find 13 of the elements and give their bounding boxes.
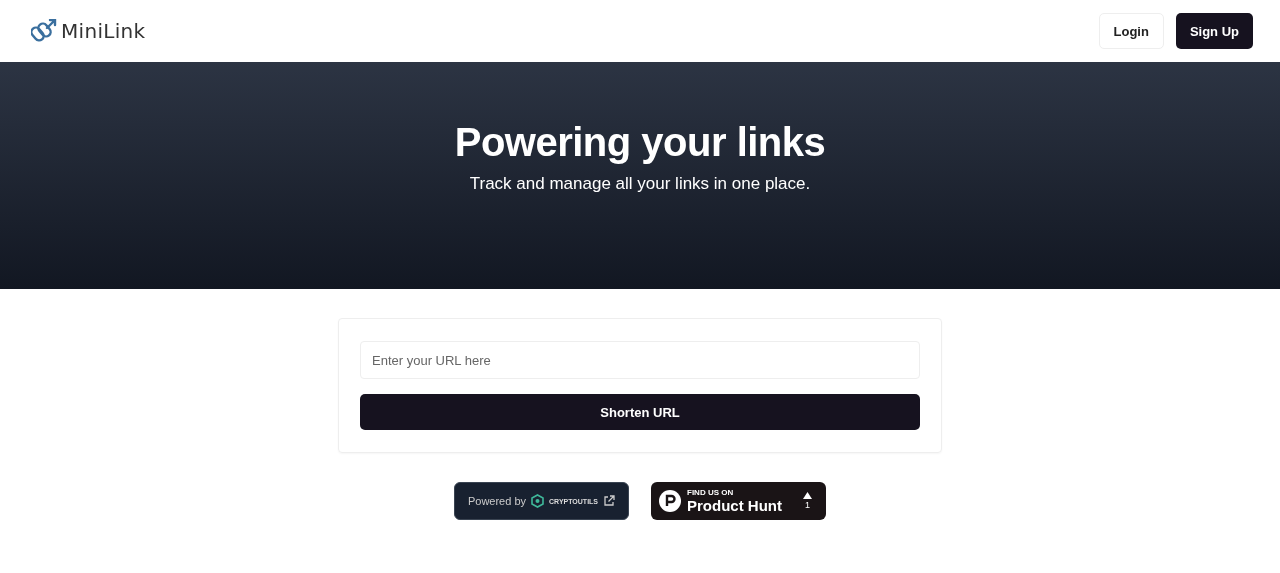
product-hunt-logo-icon <box>659 490 681 512</box>
login-button[interactable]: Login <box>1098 13 1164 49</box>
upvote-icon <box>803 492 812 499</box>
shorten-button[interactable]: Shorten URL <box>360 394 920 430</box>
hero-subtitle: Track and manage all your links in one place. <box>469 174 811 194</box>
product-hunt-badge[interactable]: FIND US ON Product Hunt 1 <box>651 482 826 520</box>
url-input[interactable]: Enter your URL here <box>360 341 920 379</box>
hero-title: Powering your links <box>454 120 826 165</box>
logo-text[interactable]: MiniLink <box>61 19 146 43</box>
link-icon <box>31 19 57 43</box>
signup-button[interactable]: Sign Up <box>1175 13 1253 49</box>
hexagon-icon <box>531 494 545 508</box>
external-link-icon <box>603 495 616 507</box>
